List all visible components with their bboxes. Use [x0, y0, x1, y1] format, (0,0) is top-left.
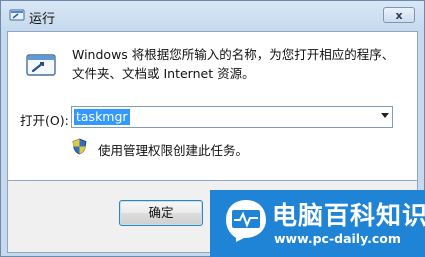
- open-label: 打开(O):: [20, 113, 69, 128]
- watermark-title: 电脑百科知识: [272, 201, 425, 230]
- description-line-2: 文件夹、文档或 Internet 资源。: [72, 66, 255, 81]
- window-title: 运行: [29, 12, 56, 27]
- close-button[interactable]: x: [383, 7, 415, 23]
- dialog-body: Windows 将根据您所输入的名称，为您打开相应的程序、 文件夹、文档或 In…: [7, 31, 418, 181]
- monitor-pulse-icon: [226, 200, 266, 242]
- shield-icon: [72, 138, 87, 155]
- description-line-1: Windows 将根据您所输入的名称，为您打开相应的程序、: [72, 47, 395, 62]
- title-bar[interactable]: 运行 x: [1, 1, 424, 31]
- watermark-url: www.pc-daily.com: [274, 231, 401, 246]
- chevron-down-icon[interactable]: [381, 113, 389, 118]
- open-combobox[interactable]: taskmgr: [71, 106, 393, 128]
- close-icon: x: [395, 8, 403, 22]
- admin-note: 使用管理权限创建此任务。: [98, 143, 249, 158]
- watermark-banner: 电脑百科知识 www.pc-daily.com: [210, 190, 425, 257]
- open-input-value[interactable]: taskmgr: [74, 109, 130, 125]
- description-text: Windows 将根据您所输入的名称，为您打开相应的程序、 文件夹、文档或 In…: [72, 45, 402, 83]
- run-icon: [26, 54, 56, 76]
- ok-button[interactable]: 确定: [119, 200, 203, 226]
- run-app-icon: [9, 9, 25, 21]
